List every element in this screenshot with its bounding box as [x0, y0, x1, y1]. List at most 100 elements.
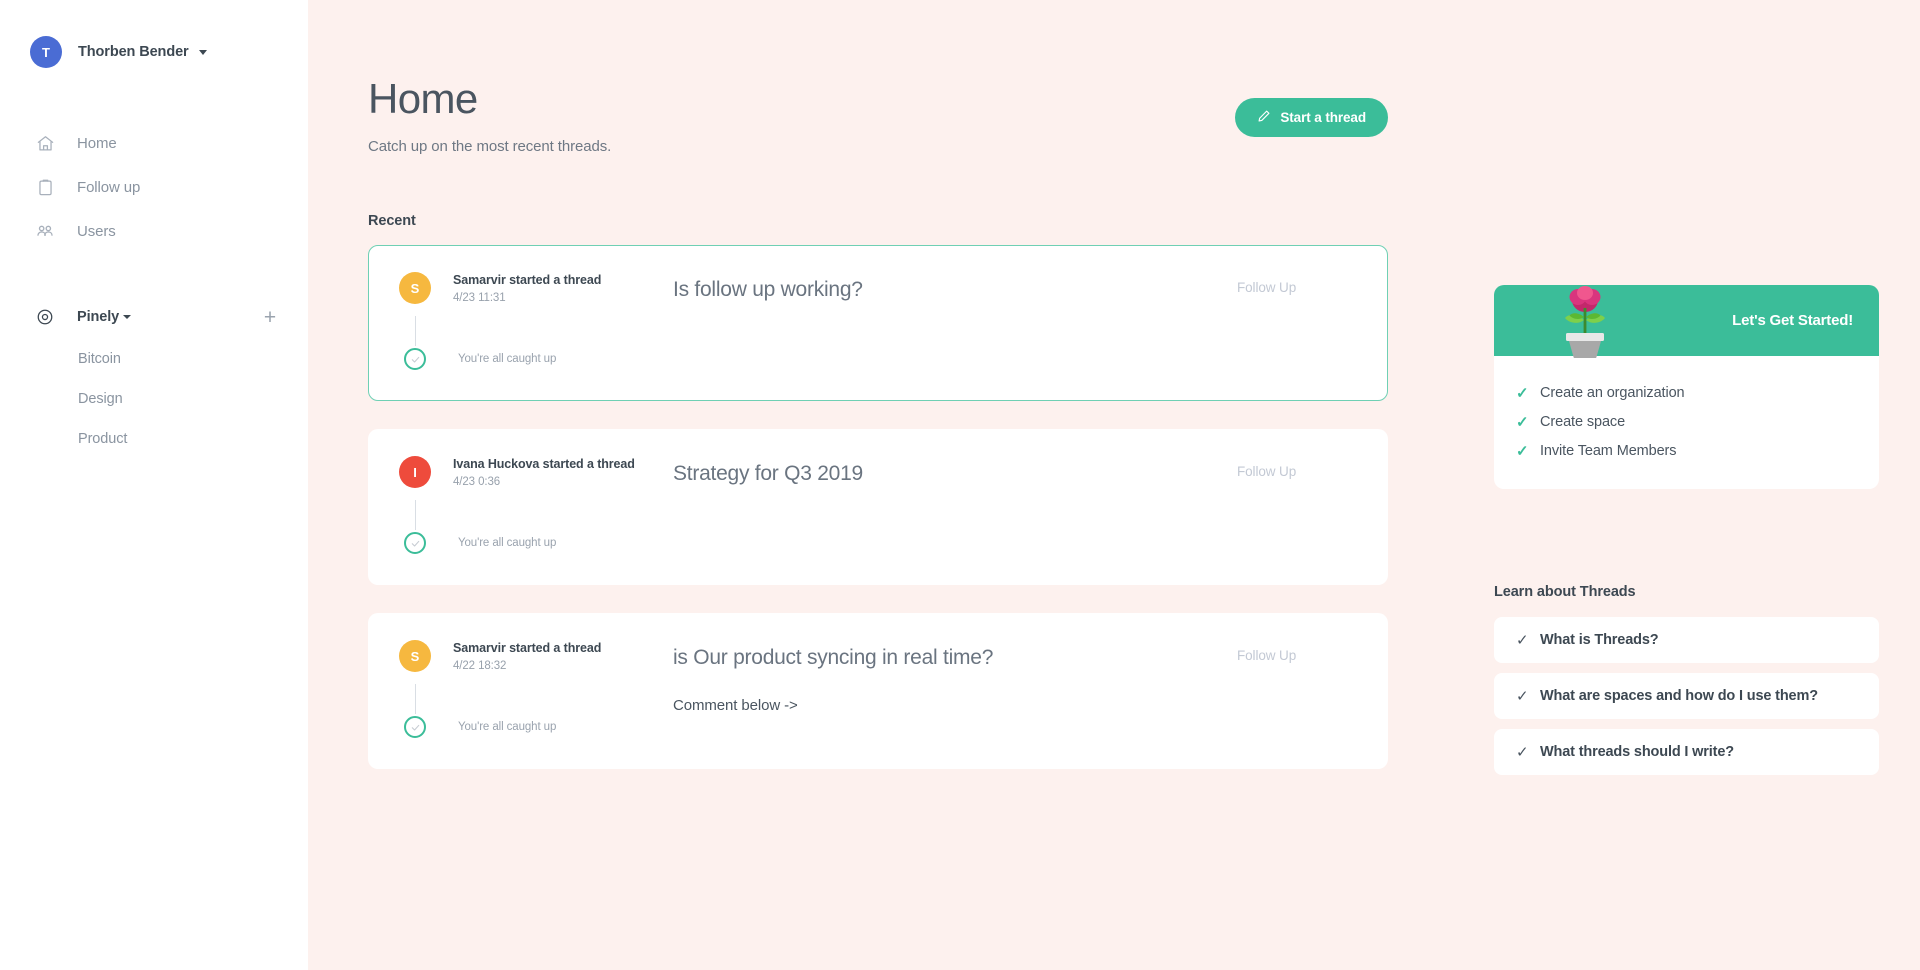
follow-up-button[interactable]: Follow Up	[1237, 464, 1296, 479]
thread-author-row: S Samarvir started a thread 4/22 18:32	[399, 640, 669, 672]
list-item[interactable]: ✓ What threads should I write?	[1494, 729, 1879, 775]
check-icon: ✓	[1516, 632, 1529, 649]
check-icon: ✓	[1516, 384, 1529, 402]
get-started-card: Let's Get Started! ✓ Create an organizat…	[1494, 285, 1879, 489]
follow-up-button[interactable]: Follow Up	[1237, 648, 1296, 663]
page-subtitle: Catch up on the most recent threads.	[368, 138, 612, 155]
list-item[interactable]: ✓ What is Threads?	[1494, 617, 1879, 663]
page-header-text: Home Catch up on the most recent threads…	[368, 75, 612, 156]
user-menu[interactable]: T Thorben Bender	[0, 0, 308, 76]
sidebar: T Thorben Bender Home Follow up Users Pi…	[0, 0, 308, 970]
table-row[interactable]: S Samarvir started a thread 4/23 11:31 Y…	[368, 245, 1388, 401]
user-name: Thorben Bender	[78, 44, 189, 60]
clipboard-icon	[35, 177, 55, 197]
sidebar-item-label: Users	[77, 222, 116, 240]
add-space-button[interactable]: +	[259, 306, 281, 328]
thread-connector-line	[414, 500, 416, 530]
avatar: T	[30, 36, 62, 68]
thread-snippet: Comment below ->	[673, 697, 798, 715]
list-item-label: Create an organization	[1540, 384, 1685, 401]
thread-meta-column: S Samarvir started a thread 4/23 11:31 Y…	[399, 272, 669, 370]
list-item-label: Invite Team Members	[1540, 442, 1677, 459]
home-icon	[35, 133, 55, 153]
list-item-label: What are spaces and how do I use them?	[1540, 688, 1818, 704]
caught-up-row: You're all caught up	[399, 532, 669, 554]
caught-up-label: You're all caught up	[458, 537, 557, 549]
sidebar-item-label: Home	[77, 134, 117, 152]
table-row[interactable]: S Samarvir started a thread 4/22 18:32 Y…	[368, 613, 1388, 769]
section-label: Recent	[368, 213, 416, 229]
chevron-down-icon	[198, 49, 207, 55]
thread-connector-line	[414, 316, 416, 346]
sidebar-item-users[interactable]: Users	[0, 209, 308, 253]
list-item-label: What is Threads?	[1540, 632, 1659, 648]
check-icon: ✓	[1516, 413, 1529, 431]
caught-up-label: You're all caught up	[458, 353, 557, 365]
avatar: I	[399, 456, 431, 488]
sidebar-item-product[interactable]: Product	[0, 419, 308, 459]
follow-up-button[interactable]: Follow Up	[1237, 280, 1296, 295]
sidebar-item-home[interactable]: Home	[0, 121, 308, 165]
learn-section-title: Learn about Threads	[1494, 584, 1636, 600]
caught-up-label: You're all caught up	[458, 721, 557, 733]
thread-connector-line	[414, 684, 416, 714]
list-item[interactable]: ✓ What are spaces and how do I use them?	[1494, 673, 1879, 719]
check-icon: ✓	[1516, 442, 1529, 460]
start-thread-button[interactable]: Start a thread	[1235, 98, 1388, 137]
thread-body: Strategy for Q3 2019	[669, 456, 1237, 554]
thread-list: S Samarvir started a thread 4/23 11:31 Y…	[368, 245, 1388, 769]
list-item-label: What threads should I write?	[1540, 744, 1734, 760]
thread-meta: Samarvir started a thread 4/23 11:31	[453, 272, 601, 304]
thread-actions: Follow Up	[1237, 456, 1357, 554]
potted-plant-icon	[1554, 285, 1616, 359]
list-item-label: Create space	[1540, 413, 1626, 430]
channel-label: Bitcoin	[78, 351, 121, 367]
space-name: Pinely	[77, 309, 120, 325]
get-started-list: ✓ Create an organization ✓ Create space …	[1494, 356, 1879, 489]
sidebar-item-follow-up[interactable]: Follow up	[0, 165, 308, 209]
list-item[interactable]: ✓ Create an organization	[1494, 378, 1879, 407]
table-row[interactable]: I Ivana Huckova started a thread 4/23 0:…	[368, 429, 1388, 585]
thread-title: Is follow up working?	[673, 278, 863, 301]
caught-up-row: You're all caught up	[399, 348, 669, 370]
channel-label: Design	[78, 391, 123, 407]
thread-timestamp: 4/23 0:36	[453, 476, 501, 488]
page-title: Home	[368, 75, 478, 122]
threads-column: Home Catch up on the most recent threads…	[368, 0, 1388, 970]
main-content: Home Catch up on the most recent threads…	[308, 0, 1920, 970]
avatar: S	[399, 272, 431, 304]
list-item[interactable]: ✓ Create space	[1494, 407, 1879, 436]
learn-list: ✓ What is Threads? ✓ What are spaces and…	[1494, 617, 1879, 775]
target-icon	[35, 307, 55, 327]
users-icon	[35, 221, 55, 241]
start-thread-label: Start a thread	[1280, 110, 1366, 125]
thread-body: Is follow up working?	[669, 272, 1237, 370]
check-circle-icon	[404, 532, 426, 554]
thread-meta: Ivana Huckova started a thread 4/23 0:36	[453, 456, 635, 488]
sidebar-item-bitcoin[interactable]: Bitcoin	[0, 339, 308, 379]
check-icon: ✓	[1516, 744, 1529, 761]
sidebar-item-design[interactable]: Design	[0, 379, 308, 419]
thread-author: Samarvir started a thread	[453, 273, 602, 287]
thread-timestamp: 4/22 18:32	[453, 660, 507, 672]
space-header[interactable]: Pinely +	[0, 295, 308, 339]
check-circle-icon	[404, 348, 426, 370]
sidebar-item-label: Follow up	[77, 178, 141, 196]
check-circle-icon	[404, 716, 426, 738]
pencil-icon	[1257, 109, 1271, 126]
main-nav: Home Follow up Users	[0, 121, 308, 253]
thread-author-row: I Ivana Huckova started a thread 4/23 0:…	[399, 456, 669, 488]
thread-actions: Follow Up	[1237, 272, 1357, 370]
list-item[interactable]: ✓ Invite Team Members	[1494, 436, 1879, 465]
app-root: T Thorben Bender Home Follow up Users Pi…	[0, 0, 1920, 970]
get-started-header: Let's Get Started!	[1494, 285, 1879, 359]
thread-meta-column: S Samarvir started a thread 4/22 18:32 Y…	[399, 640, 669, 738]
thread-actions: Follow Up	[1237, 640, 1357, 738]
chevron-down-icon	[123, 315, 132, 319]
right-rail: Let's Get Started! ✓ Create an organizat…	[1388, 0, 1879, 970]
thread-timestamp: 4/23 11:31	[453, 292, 506, 304]
get-started-title: Let's Get Started!	[1732, 312, 1853, 329]
channel-label: Product	[78, 431, 128, 447]
caught-up-row: You're all caught up	[399, 716, 669, 738]
thread-body: is Our product syncing in real time? Com…	[669, 640, 1237, 738]
